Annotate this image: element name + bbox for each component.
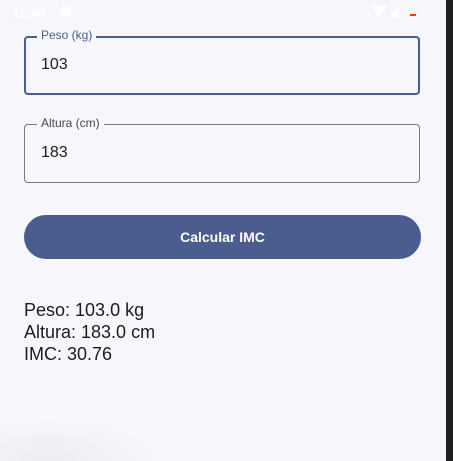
gesture-area bbox=[0, 420, 160, 461]
status-icons bbox=[372, 6, 416, 17]
wifi-icon bbox=[372, 6, 386, 17]
weight-input[interactable] bbox=[41, 56, 401, 74]
result-weight: Peso: 103.0 kg bbox=[24, 300, 145, 320]
results-panel: Peso: 103.0 kg Altura: 183.0 cm IMC: 30.… bbox=[24, 299, 155, 365]
notification-dot-icon bbox=[60, 6, 71, 17]
app-screen: 12:46 Peso (kg) Altura (cm) Calcular IMC… bbox=[0, 0, 446, 461]
height-field-label: Altura (cm) bbox=[37, 116, 104, 130]
height-input[interactable] bbox=[41, 144, 401, 162]
height-field[interactable]: Altura (cm) bbox=[24, 116, 420, 183]
result-imc: IMC: 30.76 bbox=[24, 344, 113, 364]
status-time: 12:46 bbox=[12, 5, 46, 20]
battery-icon bbox=[410, 13, 416, 16]
weight-field[interactable]: Peso (kg) bbox=[24, 28, 420, 95]
status-bar: 12:46 bbox=[0, 0, 446, 26]
signal-icon bbox=[389, 6, 399, 17]
weight-field-label: Peso (kg) bbox=[37, 28, 97, 42]
result-height: Altura: 183.0 cm bbox=[24, 322, 156, 342]
calculate-imc-button[interactable]: Calcular IMC bbox=[24, 215, 421, 259]
